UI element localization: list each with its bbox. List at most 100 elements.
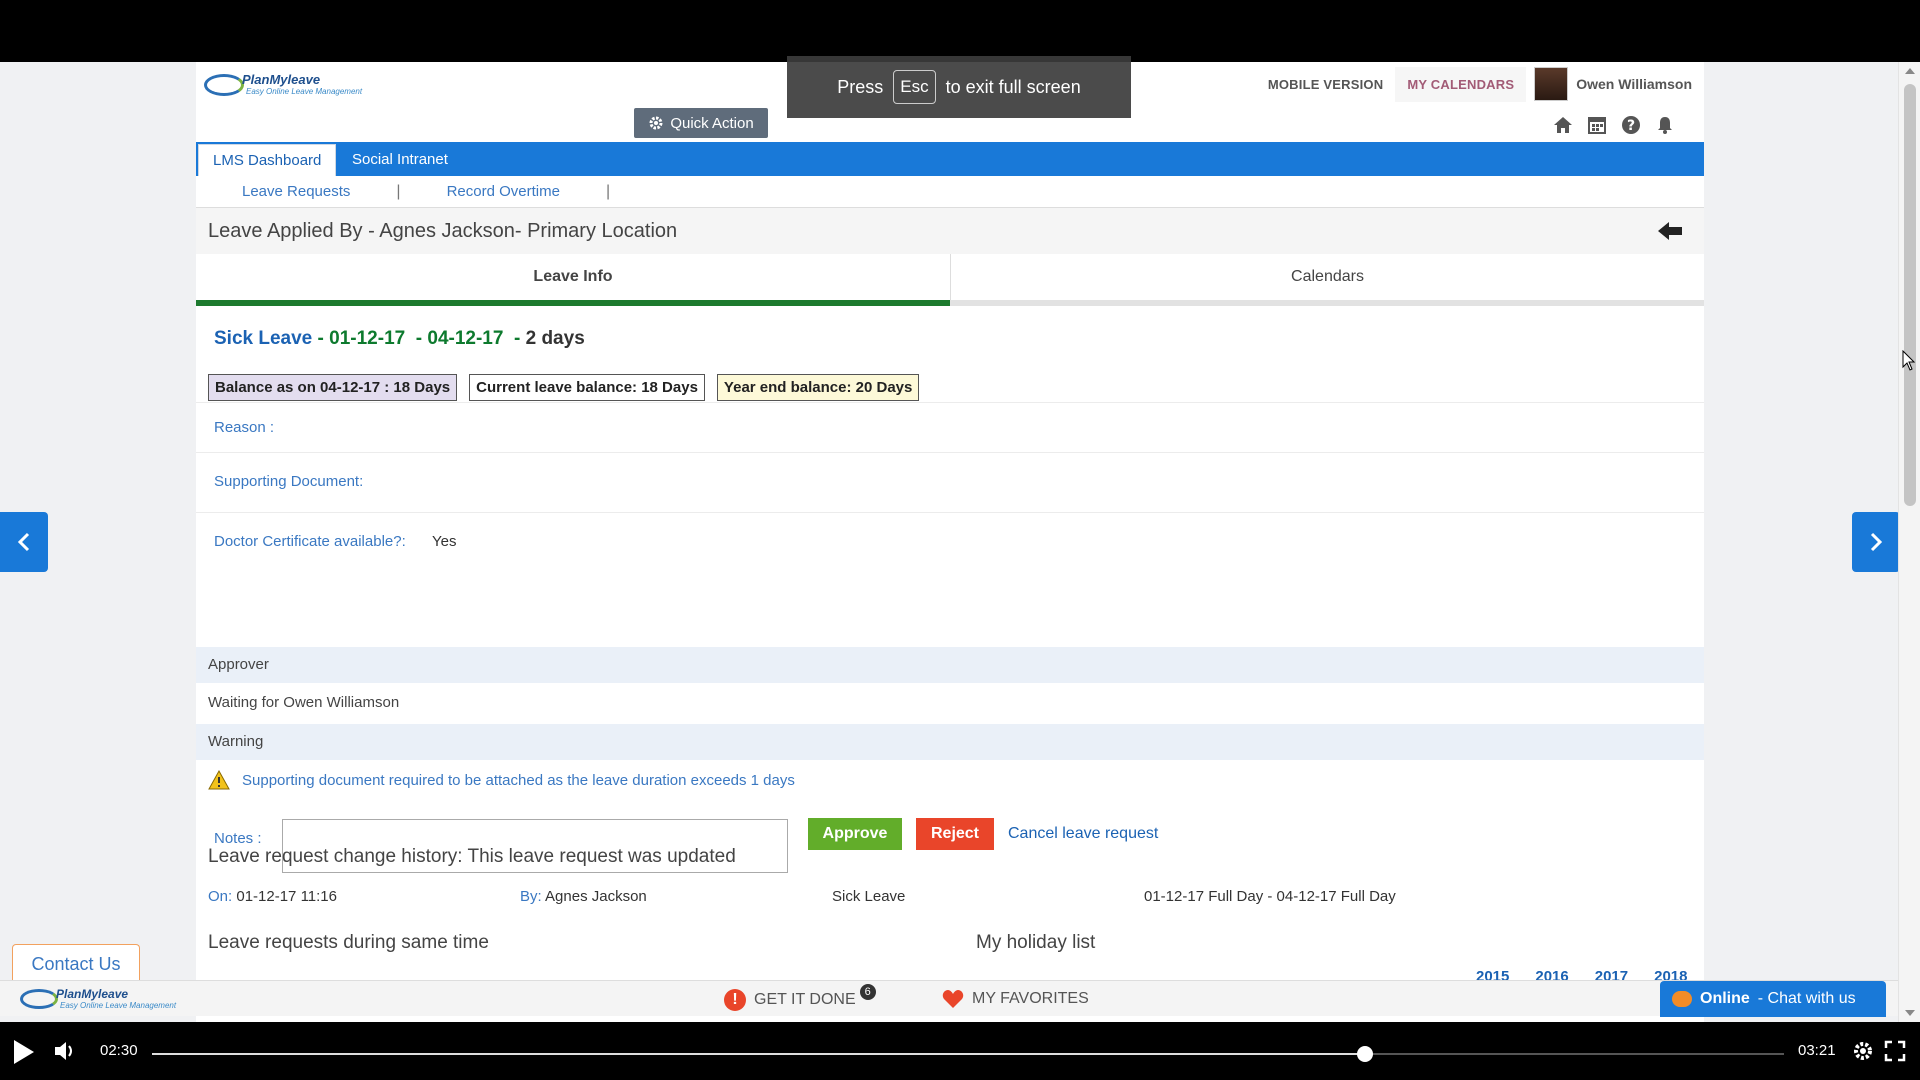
year-end-balance-badge: Year end balance: 20 Days (716, 374, 920, 401)
play-icon[interactable] (14, 1040, 34, 1064)
footer-logo-swoosh-icon (20, 989, 58, 1009)
chat-online-label: Online (1700, 990, 1750, 1007)
footer-logo-brand: PlanMyleave (56, 987, 129, 1001)
vertical-scrollbar[interactable] (1898, 62, 1920, 1022)
leave-dash: - (317, 328, 324, 349)
get-it-done-button[interactable]: ! GET IT DONE 6 (724, 984, 880, 1011)
leave-summary: Sick Leave - 01-12-17 - 04-12-17 - 2 day… (214, 328, 585, 350)
warning-section-header: Warning (196, 724, 1704, 760)
home-icon[interactable] (1552, 114, 1574, 136)
history-row: On: 01-12-17 11:16 By: Agnes Jackson Sic… (196, 876, 1704, 918)
supporting-document-row: Supporting Document: (196, 452, 1704, 512)
header-icons: ? (1552, 114, 1676, 136)
history-range: 01-12-17 Full Day - 04-12-17 Full Day (1144, 888, 1396, 905)
bell-icon[interactable] (1654, 114, 1676, 136)
scrollbar-thumb[interactable] (1904, 84, 1916, 506)
app-page: PlanMyleave Easy Online Leave Management… (196, 62, 1704, 1022)
progress-played (152, 1053, 1365, 1055)
same-time-title: Leave requests during same time (208, 932, 489, 953)
balance-as-on-badge: Balance as on 04-12-17 : 18 Days (208, 374, 458, 401)
chat-label: - Chat with us (1757, 990, 1856, 1007)
current-time: 02:30 (100, 1042, 138, 1059)
my-favorites-button[interactable]: MY FAVORITES (942, 989, 1089, 1009)
my-favorites-label: MY FAVORITES (972, 990, 1089, 1007)
warning-row: Supporting document required to be attac… (208, 770, 795, 790)
footer-logo-tagline: Easy Online Leave Management (60, 1001, 177, 1010)
logo-brand: PlanMyleave (242, 72, 321, 87)
history-by-label: By: (520, 888, 542, 905)
history-type: Sick Leave (832, 888, 906, 905)
help-icon[interactable]: ? (1620, 114, 1642, 136)
leave-dash: - (514, 328, 521, 349)
heart-icon (942, 990, 964, 1008)
leave-start: 01-12-17 (329, 328, 406, 349)
settings-gear-icon[interactable] (1852, 1040, 1874, 1062)
holiday-list-title: My holiday list (976, 932, 1096, 953)
progress-track[interactable] (152, 1046, 1784, 1062)
doctor-certificate-label: Doctor Certificate available?: (214, 533, 406, 550)
fullscreen-toast: Press Esc to exit full screen (787, 56, 1131, 118)
history-by: By: Agnes Jackson (520, 888, 647, 905)
planmyleave-logo[interactable]: PlanMyleave Easy Online Leave Management (204, 70, 364, 100)
sub-navigation: Leave Requests | Record Overtime | (196, 176, 1704, 208)
history-by-value: Agnes Jackson (545, 888, 647, 905)
tab-social-intranet[interactable]: Social Intranet (338, 144, 462, 176)
scroll-up-icon[interactable] (1905, 68, 1915, 74)
mobile-version-link[interactable]: MOBILE VERSION (1256, 77, 1395, 92)
calendar-icon[interactable] (1586, 114, 1608, 136)
logo-tagline: Easy Online Leave Management (246, 87, 363, 96)
tab-calendars[interactable]: Calendars (950, 254, 1704, 300)
warning-message: Supporting document required to be attac… (242, 771, 795, 789)
contact-us-button[interactable]: Contact Us (12, 944, 140, 982)
browser-viewport: PlanMyleave Easy Online Leave Management… (0, 62, 1920, 1022)
leave-duration: 2 days (525, 328, 585, 349)
warning-heading: Warning (208, 733, 264, 750)
next-slide-button[interactable] (1852, 512, 1900, 572)
chevron-left-icon (17, 532, 30, 552)
cancel-leave-request-link[interactable]: Cancel leave request (1008, 825, 1158, 843)
mouse-cursor-icon (1902, 350, 1916, 371)
tab-leave-info[interactable]: Leave Info (196, 254, 950, 306)
record-overtime-link[interactable]: Record Overtime (401, 183, 606, 200)
leave-end: 04-12-17 (427, 328, 504, 349)
chat-bubble-icon (1672, 991, 1692, 1007)
back-arrow-icon[interactable] (1656, 220, 1684, 242)
gear-icon (649, 116, 663, 130)
doctor-certificate-row: Doctor Certificate available?: Yes (196, 512, 1704, 572)
warning-icon (208, 770, 230, 790)
history-on-value: 01-12-17 11:16 (236, 888, 337, 905)
leave-dash: - (415, 328, 423, 349)
page-title: Leave Applied By - Agnes Jackson- Primar… (208, 220, 678, 242)
leave-info-panel: Sick Leave - 01-12-17 - 04-12-17 - 2 day… (196, 312, 1704, 852)
fullscreen-icon[interactable] (1884, 1040, 1906, 1062)
page-title-bar: Leave Applied By - Agnes Jackson- Primar… (196, 208, 1704, 254)
balance-badges: Balance as on 04-12-17 : 18 Days Current… (208, 374, 920, 401)
previous-slide-button[interactable] (0, 512, 48, 572)
approve-button[interactable]: Approve (808, 818, 902, 850)
progress-knob[interactable] (1356, 1046, 1373, 1062)
user-name[interactable]: Owen Williamson (1576, 76, 1692, 92)
main-navbar: LMS Dashboard Social Intranet (196, 142, 1704, 176)
quick-action-label: Quick Action (670, 114, 754, 132)
tab-lms-dashboard[interactable]: LMS Dashboard (198, 144, 337, 176)
chat-button[interactable]: Online - Chat with us (1660, 981, 1886, 1017)
history-title: Leave request change history: This leave… (208, 846, 736, 867)
chevron-right-icon (1870, 532, 1883, 552)
get-it-done-count: 6 (859, 984, 876, 1000)
toast-press: Press (837, 76, 884, 97)
reject-button[interactable]: Reject (916, 818, 994, 850)
volume-icon[interactable] (52, 1038, 78, 1064)
leave-requests-link[interactable]: Leave Requests (196, 183, 396, 200)
my-calendars-link[interactable]: MY CALENDARS (1395, 66, 1527, 102)
supporting-document-label: Supporting Document: (214, 473, 364, 490)
scroll-down-icon[interactable] (1905, 1010, 1915, 1016)
leave-type: Sick Leave (214, 328, 313, 349)
video-player-controls: 02:30 03:21 (0, 1022, 1920, 1080)
subnav-divider: | (605, 182, 611, 200)
avatar[interactable] (1534, 67, 1569, 101)
footer-logo[interactable]: PlanMyleave Easy Online Leave Management (20, 985, 180, 1013)
reason-row: Reason : (196, 402, 1704, 452)
history-on-label: On: (208, 888, 233, 905)
quick-action-button[interactable]: Quick Action (634, 108, 768, 138)
screen: PlanMyleave Easy Online Leave Management… (0, 0, 1920, 1080)
